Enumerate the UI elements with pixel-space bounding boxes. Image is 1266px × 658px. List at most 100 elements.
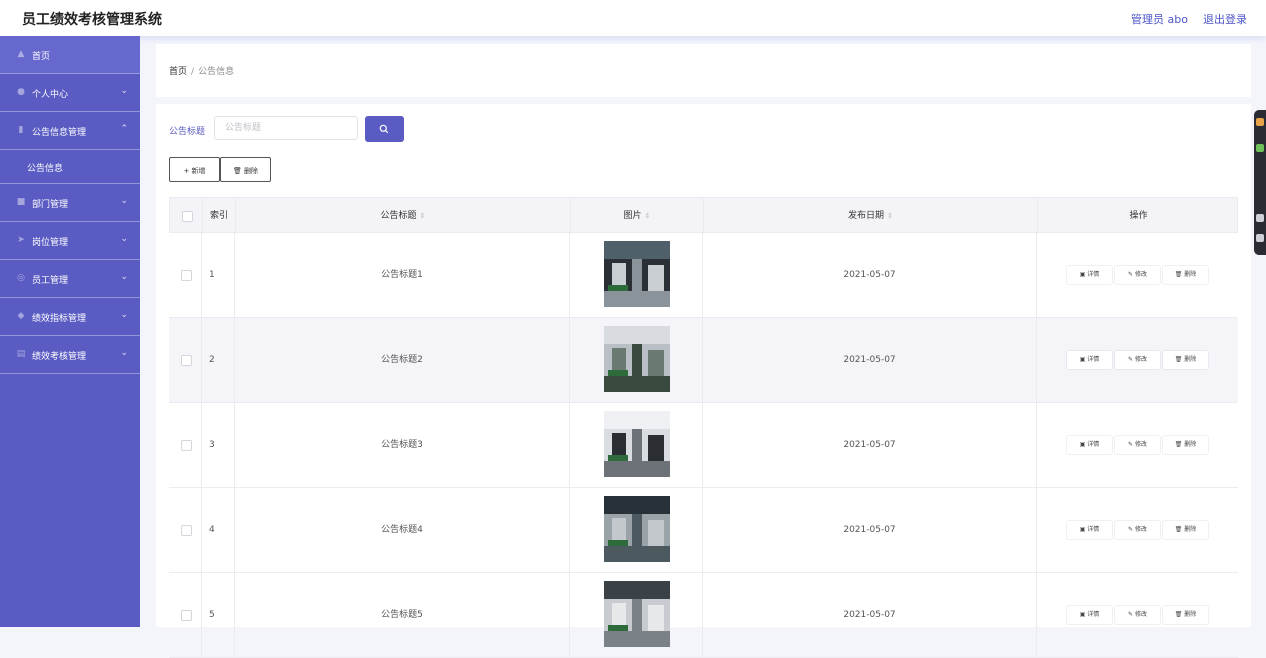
main-panel: 公告标题 + 新增 🗑 删除 索引 公告标题⇕ 图片⇕ 发布日期⇕ 操作 1公告… (156, 104, 1251, 658)
column-header-title[interactable]: 公告标题 ⇕ (236, 198, 571, 234)
edit-icon: ✎ (1128, 356, 1135, 363)
title-cell: 公告标题4 (235, 488, 570, 572)
row-checkbox[interactable] (181, 440, 192, 451)
edit-icon: ✎ (1128, 441, 1135, 448)
floating-tool-widget[interactable] (1254, 110, 1266, 255)
chevron-down-icon: ⌄ (120, 86, 128, 96)
table-header: 索引 公告标题 ⇕ 图片 ⇕ 发布日期 ⇕ 操作 (169, 197, 1238, 234)
notice-thumbnail[interactable] (604, 411, 670, 477)
sidebar-item-home[interactable]: ▲ 首页 (0, 36, 140, 74)
tool-icon (1256, 214, 1264, 222)
search-input[interactable] (214, 116, 358, 140)
trash-icon: 🗑 (1174, 271, 1185, 278)
trash-icon: 🗑 (1174, 356, 1185, 363)
send-icon: ➤ (17, 235, 25, 245)
sidebar-subitem-notice[interactable]: 公告信息 (0, 150, 140, 184)
trash-icon: 🗑 (1174, 611, 1185, 618)
image-cell (570, 488, 703, 572)
title-cell: 公告标题3 (235, 403, 570, 487)
search-button[interactable] (365, 116, 404, 142)
row-select-cell (169, 488, 202, 572)
row-checkbox[interactable] (181, 525, 192, 536)
delete-button-label: 删除 (1184, 356, 1197, 363)
table-row: 5 公告标题5 2021-05-07 ▣ 详情 ✎ 修改 🗑 删除 (169, 573, 1238, 658)
breadcrumb-separator: / (191, 67, 195, 77)
edit-button[interactable]: ✎ 修改 (1115, 521, 1160, 539)
delete-button[interactable]: 🗑 删除 (1163, 606, 1208, 624)
date-cell: 2021-05-07 (703, 233, 1037, 317)
breadcrumb-panel: 首页 / 公告信息 (156, 44, 1251, 97)
sort-icon: ⇕ (419, 212, 426, 220)
edit-button-label: 修改 (1134, 526, 1147, 533)
detail-button[interactable]: ▣ 详情 (1067, 521, 1112, 539)
tool-icon (1256, 234, 1264, 242)
edit-button[interactable]: ✎ 修改 (1115, 606, 1160, 624)
sidebar-subitem-label: 公告信息 (27, 164, 64, 174)
select-all-checkbox[interactable] (182, 211, 193, 222)
sidebar-item-department[interactable]: ■ 部门管理 ⌄ (0, 184, 140, 222)
row-checkbox[interactable] (181, 270, 192, 281)
table-row: 1 公告标题1 2021-05-07 ▣ 详情 ✎ 修改 🗑 删除 (169, 233, 1238, 318)
date-cell: 2021-05-07 (703, 318, 1037, 402)
office-photo (604, 581, 670, 647)
sort-icon: ⇕ (644, 212, 651, 220)
sidebar-item-label: 部门管理 (32, 200, 69, 210)
row-select-cell (169, 403, 202, 487)
sidebar-item-label: 绩效考核管理 (32, 352, 87, 362)
current-user-label: 管理员 abo (1131, 13, 1188, 26)
sidebar-item-employee[interactable]: ◎ 员工管理 ⌄ (0, 260, 140, 298)
notice-thumbnail[interactable] (604, 241, 670, 307)
add-button[interactable]: + 新增 (169, 157, 220, 182)
top-bar: 员工绩效考核管理系统 管理员 abo 退出登录 (0, 0, 1266, 36)
sidebar-item-kpi[interactable]: ◆ 绩效指标管理 ⌄ (0, 298, 140, 336)
edit-button[interactable]: ✎ 修改 (1115, 351, 1160, 369)
detail-button[interactable]: ▣ 详情 (1067, 436, 1112, 454)
detail-button[interactable]: ▣ 详情 (1067, 351, 1112, 369)
notice-thumbnail[interactable] (604, 581, 670, 647)
trash-icon: 🗑 (1174, 441, 1185, 448)
index-cell: 2 (202, 318, 235, 402)
edit-button[interactable]: ✎ 修改 (1115, 266, 1160, 284)
chevron-down-icon: ⌄ (120, 196, 128, 206)
edit-icon: ✎ (1128, 611, 1135, 618)
delete-button[interactable]: 🗑 删除 (1163, 521, 1208, 539)
notice-thumbnail[interactable] (604, 496, 670, 562)
detail-button[interactable]: ▣ 详情 (1067, 606, 1112, 624)
column-header-date[interactable]: 发布日期 ⇕ (704, 198, 1038, 234)
document-icon: ▤ (16, 349, 26, 359)
trash-icon: 🗑 (1174, 526, 1185, 533)
row-checkbox[interactable] (181, 355, 192, 366)
detail-button-label: 详情 (1087, 611, 1100, 618)
breadcrumb-home-link[interactable]: 首页 (169, 67, 187, 77)
image-cell (570, 318, 703, 402)
actions-cell: ▣ 详情 ✎ 修改 🗑 删除 (1037, 573, 1238, 657)
batch-delete-button[interactable]: 🗑 删除 (220, 157, 271, 182)
actions-cell: ▣ 详情 ✎ 修改 🗑 删除 (1037, 403, 1238, 487)
delete-button[interactable]: 🗑 删除 (1163, 436, 1208, 454)
edit-button-label: 修改 (1134, 356, 1147, 363)
date-cell: 2021-05-07 (703, 488, 1037, 572)
sidebar-item-position[interactable]: ➤ 岗位管理 ⌄ (0, 222, 140, 260)
delete-button[interactable]: 🗑 删除 (1163, 266, 1208, 284)
table-row: 2 公告标题2 2021-05-07 ▣ 详情 ✎ 修改 🗑 删除 (169, 318, 1238, 403)
column-header-title-label: 公告标题 (380, 211, 417, 221)
detail-button-label: 详情 (1087, 526, 1100, 533)
date-cell: 2021-05-07 (703, 403, 1037, 487)
column-header-image[interactable]: 图片 ⇕ (571, 198, 704, 234)
row-select-cell (169, 318, 202, 402)
notice-thumbnail[interactable] (604, 326, 670, 392)
delete-button[interactable]: 🗑 删除 (1163, 351, 1208, 369)
sidebar-item-label: 个人中心 (32, 90, 69, 100)
row-checkbox[interactable] (181, 610, 192, 621)
sidebar-item-notice-management[interactable]: ▮ 公告信息管理 ⌃ (0, 112, 140, 150)
sidebar-item-personal-center[interactable]: ● 个人中心 ⌄ (0, 74, 140, 112)
edit-button[interactable]: ✎ 修改 (1115, 436, 1160, 454)
logout-link[interactable]: 退出登录 (1203, 11, 1247, 27)
actions-cell: ▣ 详情 ✎ 修改 🗑 删除 (1037, 233, 1238, 317)
row-select-cell (169, 573, 202, 657)
sidebar-item-assessment[interactable]: ▤ 绩效考核管理 ⌄ (0, 336, 140, 374)
search-icon (379, 124, 389, 134)
edit-button-label: 修改 (1134, 271, 1147, 278)
detail-button[interactable]: ▣ 详情 (1067, 266, 1112, 284)
chevron-down-icon: ⌄ (120, 234, 128, 244)
